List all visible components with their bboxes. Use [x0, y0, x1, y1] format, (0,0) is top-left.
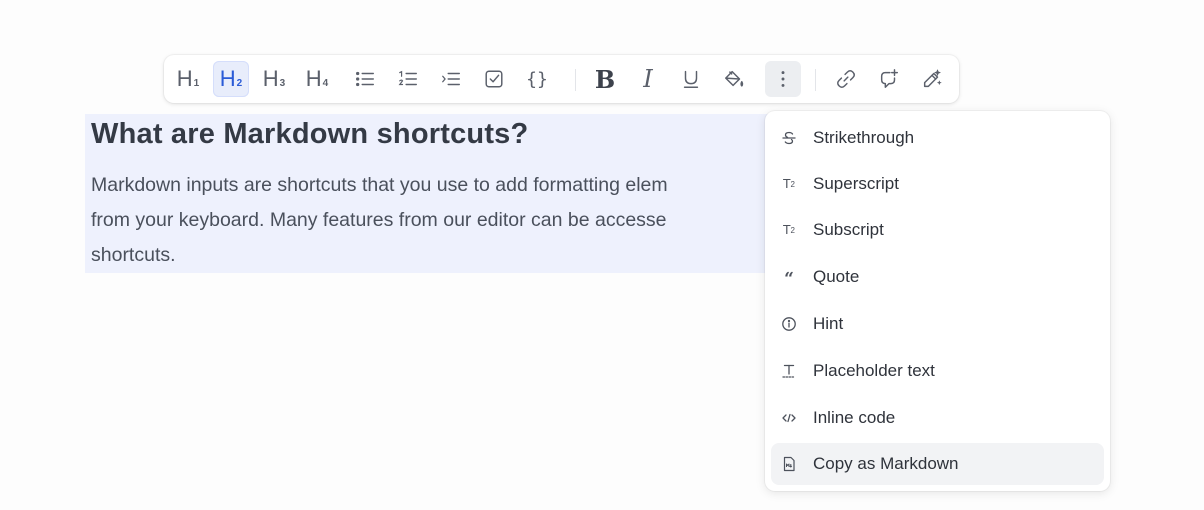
more-options-menu: Strikethrough T2 Superscript T2 Subscrip…	[765, 111, 1110, 491]
markdown-file-icon	[773, 456, 805, 472]
menu-item-label: Hint	[813, 314, 844, 333]
menu-item-quote[interactable]: “ Quote	[771, 256, 1104, 298]
magic-pen-icon	[923, 69, 942, 88]
heading-1-button[interactable]: H1	[170, 61, 206, 97]
menu-item-label: Inline code	[813, 408, 896, 427]
more-options-button[interactable]	[765, 61, 801, 97]
document-paragraph[interactable]: Markdown inputs are shortcuts that you u…	[91, 168, 763, 273]
paragraph-line: shortcuts.	[91, 244, 176, 266]
bold-button[interactable]: B	[587, 61, 623, 97]
paragraph-line: from your keyboard. Many features from o…	[91, 209, 667, 231]
superscript-icon: T2	[783, 177, 795, 191]
heading-2-icon: H2	[219, 66, 243, 91]
code-block-button[interactable]: {}	[519, 61, 555, 97]
underline-button[interactable]	[673, 61, 709, 97]
menu-item-inline-code[interactable]: Inline code	[771, 397, 1104, 439]
heading-1-icon: H1	[176, 66, 200, 91]
numbered-list-icon	[398, 70, 417, 86]
menu-item-subscript[interactable]: T2 Subscript	[771, 209, 1104, 251]
menu-item-strikethrough[interactable]: Strikethrough	[771, 117, 1104, 159]
link-button[interactable]	[828, 61, 864, 97]
heading-4-icon: H4	[305, 66, 329, 91]
document-heading[interactable]: What are Markdown shortcuts?	[91, 118, 528, 151]
numbered-list-button[interactable]	[390, 61, 426, 97]
menu-item-copy-as-markdown[interactable]: Copy as Markdown	[771, 443, 1104, 485]
highlight-color-button[interactable]	[716, 61, 752, 97]
menu-item-label: Quote	[813, 267, 860, 286]
quote-icon: “	[784, 268, 794, 289]
menu-item-label: Strikethrough	[813, 128, 915, 147]
code-block-icon: {}	[526, 68, 548, 90]
link-icon	[837, 70, 855, 88]
menu-item-label: Copy as Markdown	[813, 454, 959, 473]
italic-button[interactable]: I	[630, 61, 666, 97]
indent-list-icon	[442, 72, 460, 86]
menu-item-label: Placeholder text	[813, 361, 935, 380]
checkbox-icon	[485, 70, 503, 88]
menu-item-label: Subscript	[813, 220, 884, 239]
menu-item-superscript[interactable]: T2 Superscript	[771, 163, 1104, 205]
strikethrough-icon	[773, 130, 805, 146]
toolbar-divider	[815, 69, 816, 91]
italic-icon: I	[643, 65, 653, 93]
paint-bucket-icon	[725, 70, 744, 87]
bullet-list-button[interactable]	[347, 61, 383, 97]
toolbar-divider	[575, 69, 576, 91]
heading-3-icon: H3	[262, 66, 286, 91]
heading-2-button[interactable]: H2	[213, 61, 249, 97]
comment-add-icon	[880, 69, 898, 88]
paragraph-line: Markdown inputs are shortcuts that you u…	[91, 174, 668, 196]
formatting-toolbar: H1 H2 H3 H4 {} B I	[164, 55, 959, 103]
underline-icon	[683, 70, 699, 88]
bullet-list-icon	[356, 71, 374, 87]
placeholder-text-icon	[773, 363, 805, 379]
menu-item-hint[interactable]: Hint	[771, 303, 1104, 345]
ai-edit-button[interactable]	[914, 61, 950, 97]
task-list-button[interactable]	[476, 61, 512, 97]
bold-icon: B	[594, 64, 616, 94]
inline-code-icon	[773, 410, 805, 426]
heading-3-button[interactable]: H3	[256, 61, 292, 97]
heading-4-button[interactable]: H4	[299, 61, 335, 97]
menu-item-label: Superscript	[813, 174, 899, 193]
info-icon	[773, 316, 805, 332]
menu-item-placeholder-text[interactable]: Placeholder text	[771, 350, 1104, 392]
more-vertical-icon	[781, 71, 785, 87]
subscript-icon: T2	[783, 223, 795, 237]
add-comment-button[interactable]	[871, 61, 907, 97]
indent-list-button[interactable]	[433, 61, 469, 97]
